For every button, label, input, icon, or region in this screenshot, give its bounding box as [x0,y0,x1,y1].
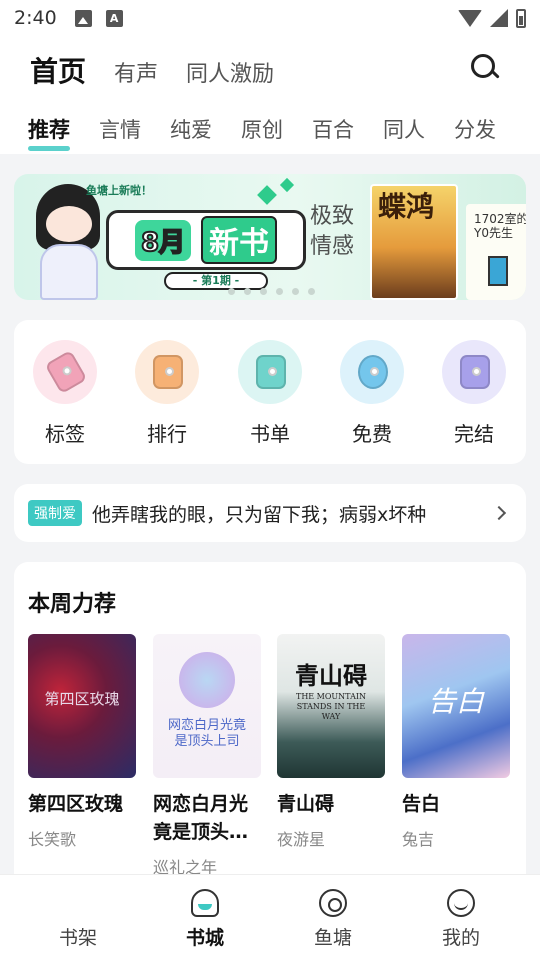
page-dot [308,288,315,295]
promo-banner[interactable]: 鱼塘上新啦！ 8月 新书 - 第1期 - 极致情感 蝶鸿 1702室的Y0先生 [14,174,526,300]
subtab-original[interactable]: 原创 [241,114,283,144]
star-icon [279,177,295,193]
image-notification-icon [74,9,92,27]
banner-pagination [228,288,315,295]
banner-book-cover: 蝶鸿 [370,184,458,300]
profile-icon [447,889,475,917]
book-author: 兔吉 [402,830,435,849]
recommendation-notice[interactable]: 强制爱 他弄瞎我的眼，只为留下我；病弱x坏种 [14,484,526,542]
unlock-icon [340,340,404,404]
tab-audio[interactable]: 有声 [114,56,158,88]
ranking-icon [135,340,199,404]
bottom-navigation: 书架 书城 鱼塘 我的 [0,874,540,960]
banner-character-illustration [24,184,114,300]
book-card[interactable]: 告白 告白 兔吉 [402,634,510,850]
search-button[interactable] [470,53,500,83]
category-label: 书单 [250,422,290,446]
nav-profile[interactable]: 我的 [421,889,501,950]
book-author: 夜游星 [277,830,326,849]
cover-title: 告白 [427,685,484,718]
subtab-fanfic[interactable]: 同人 [383,114,425,144]
book-card[interactable]: 第四区玫瑰 第四区玫瑰 长笑歌 [28,634,136,850]
nav-label: 书架 [58,927,97,949]
star-icon [257,185,277,205]
tab-home[interactable]: 首页 [30,50,86,90]
chevron-right-icon [491,505,507,521]
category-label: 完结 [454,422,494,446]
subtab-bl[interactable]: 纯爱 [170,114,212,144]
cover-title: 青山碍 [295,661,367,690]
category-tags[interactable]: 标签 [30,340,100,447]
book-card[interactable]: 网恋白月光竟是顶头上司 网恋白月光竟是顶头… 巡礼之年 [153,634,261,878]
nav-label: 我的 [441,927,480,949]
nav-label: 鱼塘 [313,927,352,949]
category-booklist[interactable]: 书单 [235,340,305,447]
nav-bookstore[interactable]: 书城 [165,889,245,950]
globe-illustration [179,652,235,708]
book-card[interactable]: 青山碍 THE MOUNTAIN STANDS IN THE WAY 青山碍 夜… [277,634,385,850]
page-dot [292,288,299,295]
tag-icon [33,340,97,404]
door-illustration [488,256,508,286]
wifi-icon [458,9,482,27]
battery-icon [516,8,526,28]
cover-subtitle: THE MOUNTAIN STANDS IN THE WAY [295,692,367,721]
page-dot [260,288,267,295]
banner-headline: 8月 新书 [106,210,306,270]
book-cover: 第四区玫瑰 [28,634,136,778]
app-notification-icon: A [105,9,123,27]
cover-title: 网恋白月光竟是顶头上司 [167,718,246,749]
completed-icon [442,340,506,404]
book-title: 第四区玫瑰 [28,793,124,815]
subtab-romance[interactable]: 言情 [99,114,141,144]
banner-cover-title: 1702室的Y0先生 [474,212,526,240]
book-author: 长笑歌 [28,830,77,849]
tab-fanfic-incentive[interactable]: 同人激励 [186,56,274,88]
nav-bookshelf[interactable]: 书架 [38,889,118,950]
nav-label: 书城 [185,927,224,949]
book-title: 告白 [402,793,441,815]
sub-tabs: 推荐 言情 纯爱 原创 百合 同人 分发 [28,114,525,151]
book-cover: 青山碍 THE MOUNTAIN STANDS IN THE WAY [277,634,385,778]
page-dot [276,288,283,295]
booklist-icon [238,340,302,404]
banner-new-books: 新书 [201,216,278,264]
banner-month: 8月 [134,219,192,261]
book-title: 网恋白月光竟是顶头… [153,793,249,843]
subtab-gl[interactable]: 百合 [312,114,354,144]
banner-calligraphy: 极致情感 [310,204,355,259]
category-ranking[interactable]: 排行 [132,340,202,447]
bookstore-icon [191,889,219,917]
main-tabs: 首页 有声 同人激励 [30,50,302,90]
book-cover: 网恋白月光竟是顶头上司 [153,634,261,778]
section-title: 本周力荐 [28,592,117,617]
subtab-distribution[interactable]: 分发 [454,114,496,144]
banner-cover-title: 蝶鸿 [378,190,435,223]
category-completed[interactable]: 完结 [439,340,509,447]
weekly-recommendations: 本周力荐 第四区玫瑰 第四区玫瑰 长笑歌 网恋白月光竟是顶头上司 网恋白月光竟是… [14,562,526,892]
fishpond-icon [319,889,347,917]
notice-tag: 强制爱 [28,500,82,526]
book-cover: 告白 [402,634,510,778]
signal-icon [490,9,508,27]
status-time: 2:40 [14,7,57,29]
category-label: 标签 [45,422,85,446]
nav-fishpond[interactable]: 鱼塘 [293,889,373,950]
banner-book-cover: 1702室的Y0先生 [466,204,526,300]
notice-text: 他弄瞎我的眼，只为留下我；病弱x坏种 [92,503,427,526]
category-free[interactable]: 免费 [337,340,407,447]
category-label: 排行 [147,422,187,446]
book-title: 青山碍 [277,793,335,815]
status-bar: 2:40 A [0,0,540,36]
category-label: 免费 [352,422,392,446]
category-shortcuts: 标签 排行 书单 免费 完结 [14,320,526,464]
search-icon [471,54,495,78]
subtab-recommend[interactable]: 推荐 [28,114,70,151]
banner-speech: 鱼塘上新啦！ [86,184,152,197]
page-dot [228,288,235,295]
cover-title: 第四区玫瑰 [44,690,120,708]
header: 首页 有声 同人激励 推荐 言情 纯爱 原创 百合 同人 分发 [0,36,540,154]
page-dot [244,288,251,295]
